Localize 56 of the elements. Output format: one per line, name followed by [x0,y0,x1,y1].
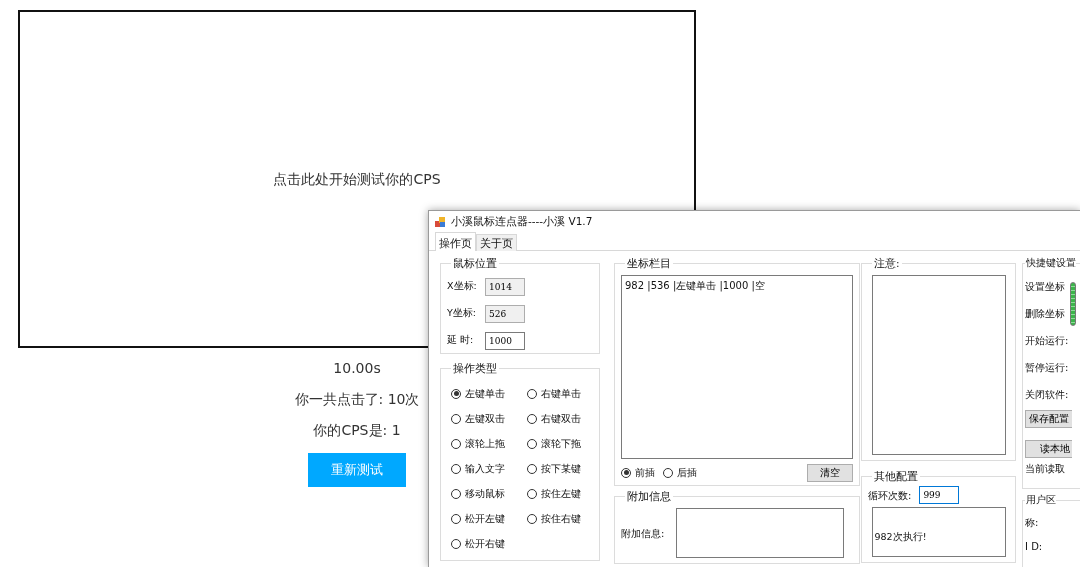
window-title: 小溪鼠标连点器----小溪 V1.7 [451,214,593,230]
log-text: 982次执行! [874,529,927,544]
radio-option[interactable]: 后插 [663,463,697,482]
radio-option[interactable]: 前插 [621,463,655,482]
radio-option[interactable]: 滚轮下拖 [527,434,597,453]
click-test-prompt[interactable]: 点击此处开始测试你的CPS [273,168,441,190]
radio-option[interactable]: 右键双击 [527,409,597,428]
radio-option[interactable]: 松开右键 [451,534,527,553]
loop-count-field[interactable]: 999 [919,486,960,504]
load-config-button[interactable]: 读本地 [1025,440,1072,458]
field-label: 附加信息: [621,526,665,541]
field-label: 循环次数: [868,488,912,503]
field-label: Y坐标: [447,306,477,321]
timer-text: 10.00s [333,359,381,378]
group-title: 其他配置 [873,470,919,482]
radio-option[interactable]: 按住右键 [527,509,597,528]
radio-option[interactable]: 左键双击 [451,409,527,428]
log-field[interactable]: 982次执行! [871,507,1006,557]
app-icon [435,216,446,228]
field-label: 称: [1025,515,1039,530]
group-title: 用户区 [1025,494,1056,506]
field-label: I D: [1025,539,1043,554]
radio-option[interactable]: 按住左键 [527,484,597,503]
clear-button[interactable]: 清空 [807,463,853,482]
coordinate-list[interactable]: 982 |536 |左键单击 |1000 |空 [621,275,853,459]
radio-option[interactable]: 滚轮上拖 [451,434,527,453]
save-config-button[interactable]: 保存配置 [1025,410,1072,428]
click-count-text: 你一共点击了: 10次 [294,390,420,409]
group-title: 快捷键设置 [1025,257,1076,269]
group-title: 鼠标位置 [452,257,498,269]
hotkey-label: 设置坐标 [1025,280,1065,294]
radio-option[interactable]: 松开左键 [451,509,527,528]
hotkey-label: 开始运行: [1025,334,1069,348]
radio-option[interactable]: 右键单击 [527,384,597,403]
text-field[interactable]: 1000 [485,331,525,350]
group-title: 坐标栏目 [626,257,672,269]
group-title: 操作类型 [452,362,498,374]
radio-option[interactable]: 输入文字 [451,459,527,478]
field-label: X坐标: [447,279,477,294]
extra-info-field[interactable] [676,508,845,558]
hotkey-label: 关闭软件: [1025,388,1069,402]
indicator-icon [1070,282,1076,326]
radio-option[interactable]: 移动鼠标 [451,484,527,503]
tab[interactable]: 关于页 [476,234,517,251]
notice-field[interactable] [871,275,1006,455]
hotkey-label: 删除坐标 [1025,307,1065,321]
hotkey-label: 暂停运行: [1025,361,1069,375]
list-entry[interactable]: 982 |536 |左键单击 |1000 |空 [625,278,849,293]
radio-option[interactable]: 按下某键 [527,459,597,478]
group-title: 注意: [873,257,901,269]
status-text: 当前读取 [1025,462,1066,476]
radio-option[interactable]: 左键单击 [451,384,527,403]
cps-result-text: 你的CPS是: 1 [313,421,401,440]
group-title: 附加信息 [626,490,672,502]
field-label: 延 时: [447,333,475,348]
tab[interactable]: 操作页 [435,232,476,251]
